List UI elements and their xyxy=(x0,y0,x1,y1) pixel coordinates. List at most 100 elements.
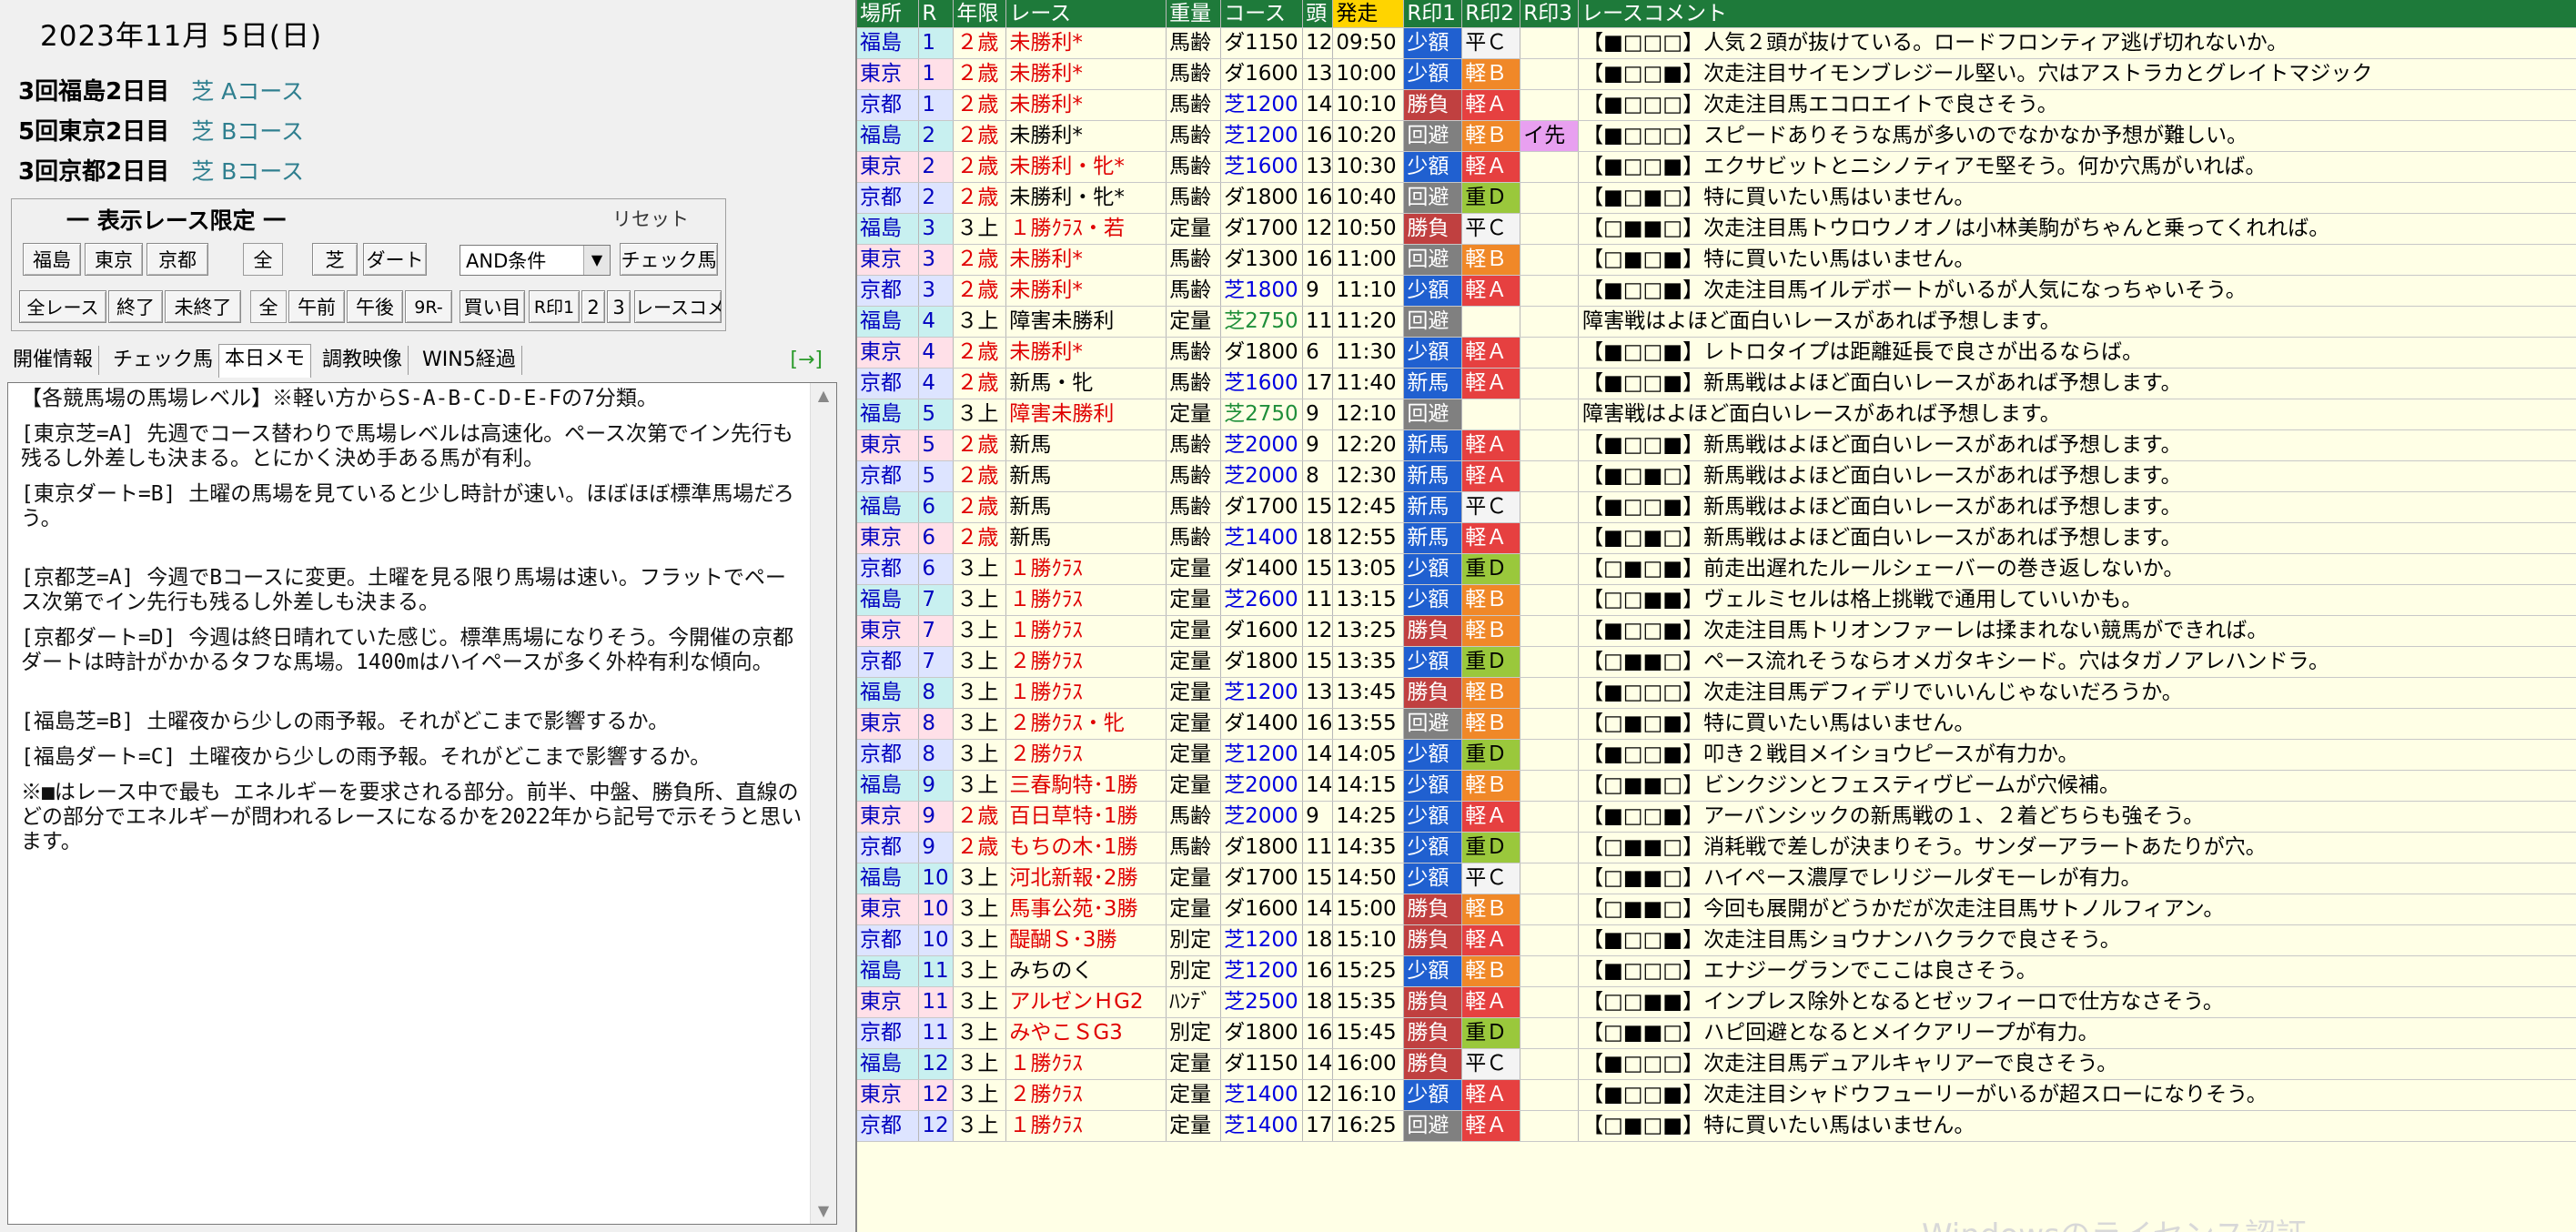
cell-course: 芝1200 xyxy=(1220,677,1304,709)
table-row[interactable]: 東京 4 ２歳 未勝利* 馬齢 ダ1800 6 11:30 少額 軽Ａ 【■□□■】レトロタイプは距… xyxy=(857,337,2576,369)
filter-all-time-button[interactable]: 全 xyxy=(250,290,287,323)
cell-race-name: 馬事公苑･3勝 xyxy=(1005,894,1167,925)
filter-mark1-button[interactable]: R印1 xyxy=(529,290,580,323)
table-row[interactable]: 福島 8 ３上 １勝ｸﾗｽ 定量 芝1200 13 13:45 勝負 軽Ｂ 【■□□□】次走注目馬デ… xyxy=(857,677,2576,709)
cell-post-time: 11:00 xyxy=(1332,244,1405,276)
memo-textarea[interactable]: 【各競馬場の馬場レベル】※軽い方からS-A-B-C-D-E-Fの7分類。 [東京… xyxy=(7,382,837,1225)
table-row[interactable]: 福島 12 ３上 １勝ｸﾗｽ 定量 ダ1150 14 16:00 勝負 平Ｃ 【■□□□】次走注目馬… xyxy=(857,1048,2576,1080)
table-row[interactable]: 東京 12 ３上 ２勝ｸﾗｽ 定量 芝1400 12 16:10 少額 軽Ａ 【■□□■】次走注目シ… xyxy=(857,1079,2576,1111)
filter-tokyo-button[interactable]: 東京 xyxy=(85,243,143,276)
tab-win5-progress[interactable]: WIN5経過 xyxy=(417,346,522,375)
table-row[interactable]: 京都 8 ３上 ２勝ｸﾗｽ 定量 芝1200 14 14:05 少額 重Ｄ 【■□□■】叩き２戦目メ… xyxy=(857,739,2576,771)
cell-mark2: 軽Ｂ xyxy=(1461,244,1521,276)
filter-afternoon-button[interactable]: 午後 xyxy=(347,290,403,323)
table-row[interactable]: 東京 10 ３上 馬事公苑･3勝 定量 ダ1600 14 15:00 勝負 軽Ｂ 【□■■□】今回も… xyxy=(857,894,2576,925)
header-mark3[interactable]: R印3 xyxy=(1520,0,1580,28)
table-row[interactable]: 京都 7 ３上 ２勝ｸﾗｽ 定量 ダ1800 15 13:35 少額 重Ｄ 【□■■□】ペース流れそ… xyxy=(857,646,2576,678)
table-row[interactable]: 福島 10 ３上 河北新報･2勝 定量 ダ1700 15 14:50 少額 平Ｃ 【□■■□】ハイペ… xyxy=(857,863,2576,894)
filter-unfinished-button[interactable]: 未終了 xyxy=(165,290,241,323)
table-row[interactable]: 福島 6 ２歳 新馬 馬齢 ダ1700 15 12:45 新馬 平Ｃ 【■□□■】新馬戦はよほど面白… xyxy=(857,491,2576,523)
cell-venue: 福島 xyxy=(857,120,920,152)
filter-dirt-button[interactable]: ダート xyxy=(363,243,427,276)
table-row[interactable]: 京都 12 ３上 １勝ｸﾗｽ 定量 芝1400 17 16:25 回避 軽Ａ 【□■□■】特に買いた… xyxy=(857,1110,2576,1142)
cell-mark3 xyxy=(1520,677,1580,709)
table-row[interactable]: 福島 11 ３上 みちのく 別定 芝1200 16 15:25 少額 軽Ｂ 【■□□□】エナジーグラ… xyxy=(857,955,2576,987)
header-race-name[interactable]: レース xyxy=(1005,0,1167,28)
table-row[interactable]: 京都 5 ２歳 新馬 馬齢 芝2000 8 12:30 新馬 軽Ａ 【■□■□】新馬戦はよほど面白い… xyxy=(857,460,2576,492)
filter-all-surface-button[interactable]: 全 xyxy=(243,243,283,276)
cell-mark2: 軽Ａ xyxy=(1461,337,1521,369)
table-row[interactable]: 京都 10 ３上 醍醐Ｓ･3勝 別定 芝1200 18 15:10 勝負 軽Ａ 【■□□■】次走注目… xyxy=(857,924,2576,956)
cell-race-number: 11 xyxy=(918,986,955,1018)
cell-age-class: ３上 xyxy=(953,863,1007,894)
filter-turf-button[interactable]: 芝 xyxy=(312,243,358,276)
cell-race-name: 未勝利* xyxy=(1005,120,1167,152)
tab-meeting-info[interactable]: 開催情報 xyxy=(7,346,100,375)
cell-race-name: 新馬 xyxy=(1005,460,1167,492)
table-row[interactable]: 東京 5 ２歳 新馬 馬齢 芝2000 9 12:20 新馬 軽Ａ 【■□□■】新馬戦はよほど面白い… xyxy=(857,429,2576,461)
filter-mark2-button[interactable]: 2 xyxy=(581,290,605,323)
filter-9r-button[interactable]: 9R- xyxy=(405,290,452,323)
table-row[interactable]: 東京 6 ２歳 新馬 馬齢 芝1400 18 12:55 新馬 軽Ａ 【■□■□】新馬戦はよほど面白… xyxy=(857,522,2576,554)
header-course[interactable]: コース xyxy=(1220,0,1304,28)
table-row[interactable]: 東京 3 ２歳 未勝利* 馬齢 ダ1300 16 11:00 回避 軽Ｂ 【□■□■】特に買いたい馬… xyxy=(857,244,2576,276)
filter-finished-button[interactable]: 終了 xyxy=(108,290,163,323)
table-row[interactable]: 福島 9 ３上 三春駒特･1勝 定量 芝2000 14 14:15 少額 軽Ｂ 【□■■□】ビンクジ… xyxy=(857,770,2576,802)
check-horse-button[interactable]: チェック馬 xyxy=(620,243,718,276)
table-row[interactable]: 京都 3 ２歳 未勝利* 馬齢 芝1800 9 11:10 少額 軽Ａ 【■□□■】次走注目馬イルデ… xyxy=(857,275,2576,307)
filter-morning-button[interactable]: 午前 xyxy=(288,290,345,323)
table-row[interactable]: 東京 7 ３上 １勝ｸﾗｽ 定量 ダ1600 12 13:25 勝負 軽Ｂ 【■□□■】次走注目馬ト… xyxy=(857,615,2576,647)
tab-training-video[interactable]: 調教映像 xyxy=(317,346,409,375)
table-row[interactable]: 東京 8 ３上 ２勝ｸﾗｽ・牝 定量 ダ1400 16 13:55 回避 軽Ｂ 【□■□■】特に買い… xyxy=(857,708,2576,740)
cell-mark3 xyxy=(1520,1079,1580,1111)
header-venue[interactable]: 場所 xyxy=(857,0,920,28)
table-row[interactable]: 京都 1 ２歳 未勝利* 馬齢 芝1200 14 10:10 勝負 軽Ａ 【■□□□】次走注目馬エコ… xyxy=(857,89,2576,121)
filter-mark3-button[interactable]: 3 xyxy=(607,290,631,323)
table-row[interactable]: 福島 5 ３上 障害未勝利 定量 芝2750 9 12:10 回避 障害戦はよほど面白いレースがあ… xyxy=(857,399,2576,430)
scroll-down-icon[interactable]: ▼ xyxy=(811,1198,836,1224)
table-row[interactable]: 東京 11 ３上 アルゼンＨG2 ﾊﾝﾃﾞ 芝2500 18 15:35 勝負 軽Ａ 【□□■■】イ… xyxy=(857,986,2576,1018)
cell-mark3 xyxy=(1520,182,1580,214)
scroll-up-icon[interactable]: ▲ xyxy=(811,383,836,409)
table-row[interactable]: 福島 1 ２歳 未勝利* 馬齢 ダ1150 12 09:50 少額 平Ｃ 【■□□□】人気２頭が抜け… xyxy=(857,27,2576,59)
cell-weight: 馬齢 xyxy=(1166,58,1222,90)
cell-course: 芝2000 xyxy=(1220,770,1304,802)
table-row[interactable]: 福島 2 ２歳 未勝利* 馬齢 芝1200 16 10:20 回避 軽Ｂ イ先 【■□□□】スピードあ… xyxy=(857,120,2576,152)
header-age-class[interactable]: 年限 xyxy=(953,0,1007,28)
header-post-time[interactable]: 発走 xyxy=(1332,0,1405,28)
filter-race-comment-button[interactable]: レースコメ xyxy=(634,290,722,323)
filter-bet-button[interactable]: 買い目 xyxy=(460,290,525,323)
table-row[interactable]: 東京 9 ２歳 百日草特･1勝 馬齢 芝2000 9 14:25 少額 軽Ａ 【■□□■】アーバンシ… xyxy=(857,801,2576,833)
table-row[interactable]: 東京 1 ２歳 未勝利* 馬齢 ダ1600 13 10:00 少額 軽Ｂ 【■□□■】次走注目サイモ… xyxy=(857,58,2576,90)
cell-race-number: 5 xyxy=(918,429,955,461)
table-row[interactable]: 京都 11 ３上 みやこＳG3 別定 ダ1800 16 15:45 勝負 重Ｄ 【□■■□】ハピ回避… xyxy=(857,1017,2576,1049)
tab-check-horse[interactable]: チェック馬 xyxy=(107,346,220,375)
header-race-comment[interactable]: レースコメント xyxy=(1578,0,2576,28)
cell-mark2: 軽Ａ xyxy=(1461,801,1521,833)
cell-venue: 京都 xyxy=(857,182,920,214)
cell-race-number: 2 xyxy=(918,151,955,183)
table-row[interactable]: 東京 2 ２歳 未勝利・牝* 馬齢 芝1600 13 10:30 少額 軽Ａ 【■□□■】エクサビッ… xyxy=(857,151,2576,183)
filter-all-races-button[interactable]: 全レース xyxy=(19,290,106,323)
expand-arrow-icon[interactable]: [→] xyxy=(790,346,823,375)
table-row[interactable]: 福島 4 ３上 障害未勝利 定量 芝2750 11 11:20 回避 障害戦はよほど面白いレースが… xyxy=(857,306,2576,338)
table-row[interactable]: 京都 4 ２歳 新馬・牝 馬齢 芝1600 17 11:40 新馬 軽Ａ 【■□□■】新馬戦はよほど… xyxy=(857,368,2576,399)
cell-mark1: 回避 xyxy=(1403,399,1463,430)
header-field-size[interactable]: 頭 xyxy=(1302,0,1334,28)
header-mark2[interactable]: R印2 xyxy=(1461,0,1521,28)
header-race-number[interactable]: R xyxy=(918,0,955,28)
cell-weight: 定量 xyxy=(1166,306,1222,338)
filter-kyoto-button[interactable]: 京都 xyxy=(146,243,208,276)
table-row[interactable]: 京都 9 ２歳 もちの木･1勝 馬齢 ダ1800 11 14:35 少額 重Ｄ 【□■■□】消耗戦で… xyxy=(857,832,2576,863)
header-mark1[interactable]: R印1 xyxy=(1403,0,1463,28)
memo-scrollbar[interactable]: ▲ ▼ xyxy=(810,383,836,1224)
reset-link[interactable]: リセット xyxy=(612,205,689,232)
table-row[interactable]: 福島 3 ３上 １勝ｸﾗｽ・若 定量 ダ1700 12 10:50 勝負 平Ｃ 【□■■□】次走注目… xyxy=(857,213,2576,245)
header-weight[interactable]: 重量 xyxy=(1166,0,1222,28)
tab-today-memo[interactable]: 本日メモ xyxy=(218,344,312,378)
filter-fukushima-button[interactable]: 福島 xyxy=(23,243,81,276)
table-row[interactable]: 京都 2 ２歳 未勝利・牝* 馬齢 ダ1800 16 10:40 回避 重Ｄ 【■□■□】特に買いた… xyxy=(857,182,2576,214)
condition-select[interactable]: AND条件 ▼ xyxy=(460,245,611,276)
table-row[interactable]: 福島 7 ３上 １勝ｸﾗｽ 定量 芝2600 11 13:15 少額 軽Ｂ 【□□■■】ヴェルミセル… xyxy=(857,584,2576,616)
table-row[interactable]: 京都 6 ３上 １勝ｸﾗｽ 定量 ダ1400 15 13:05 少額 重Ｄ 【□■□■】前走出遅れた… xyxy=(857,553,2576,585)
